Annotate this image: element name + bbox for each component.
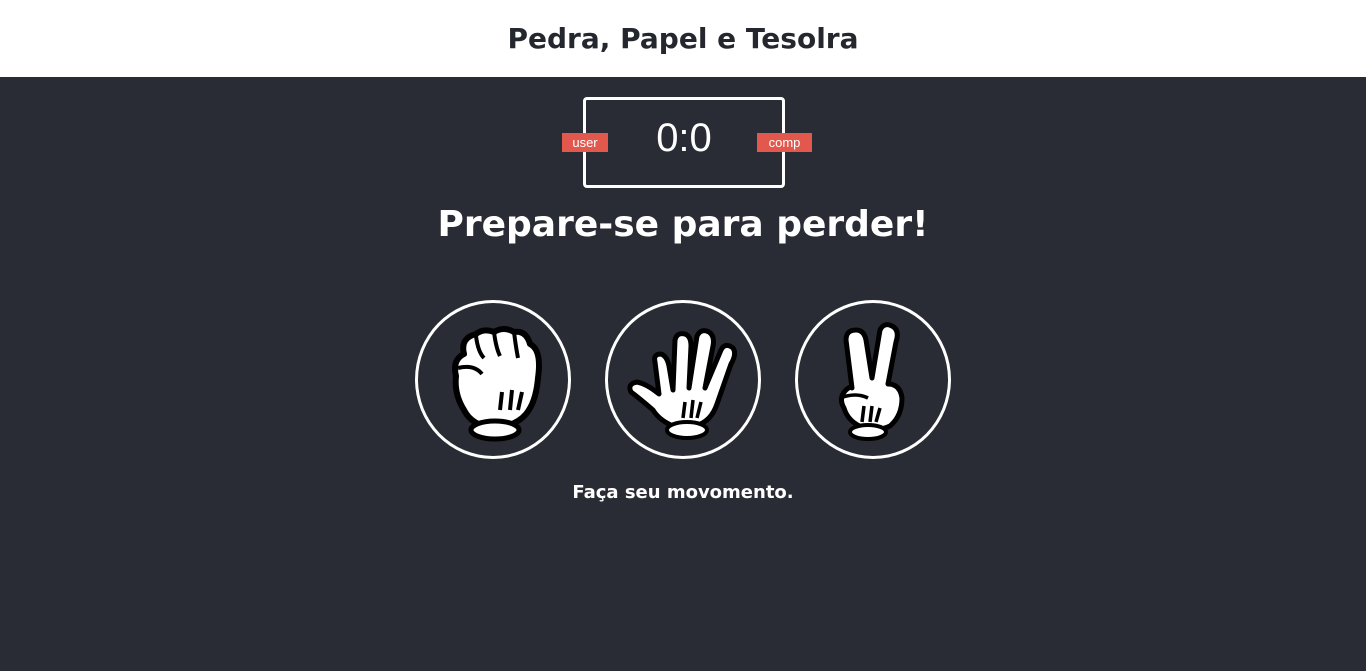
rock-hand-icon [438, 318, 548, 442]
scoreboard: user 0:0 comp [562, 97, 812, 188]
comp-badge: comp [757, 133, 812, 152]
action-message: Faça seu movomento. [572, 482, 794, 503]
scissors-hand-icon [828, 318, 918, 442]
choices-row [415, 300, 951, 460]
scissors-button[interactable] [795, 300, 951, 459]
paper-button[interactable] [605, 300, 761, 459]
score-display: 0:0 [656, 116, 712, 160]
rock-button[interactable] [415, 300, 571, 459]
app-header: Pedra, Papel e Tesolra [0, 0, 1366, 77]
paper-hand-icon [625, 318, 741, 442]
result-message: Prepare-se para perder! [437, 204, 929, 245]
page-title: Pedra, Papel e Tesolra [507, 22, 859, 55]
